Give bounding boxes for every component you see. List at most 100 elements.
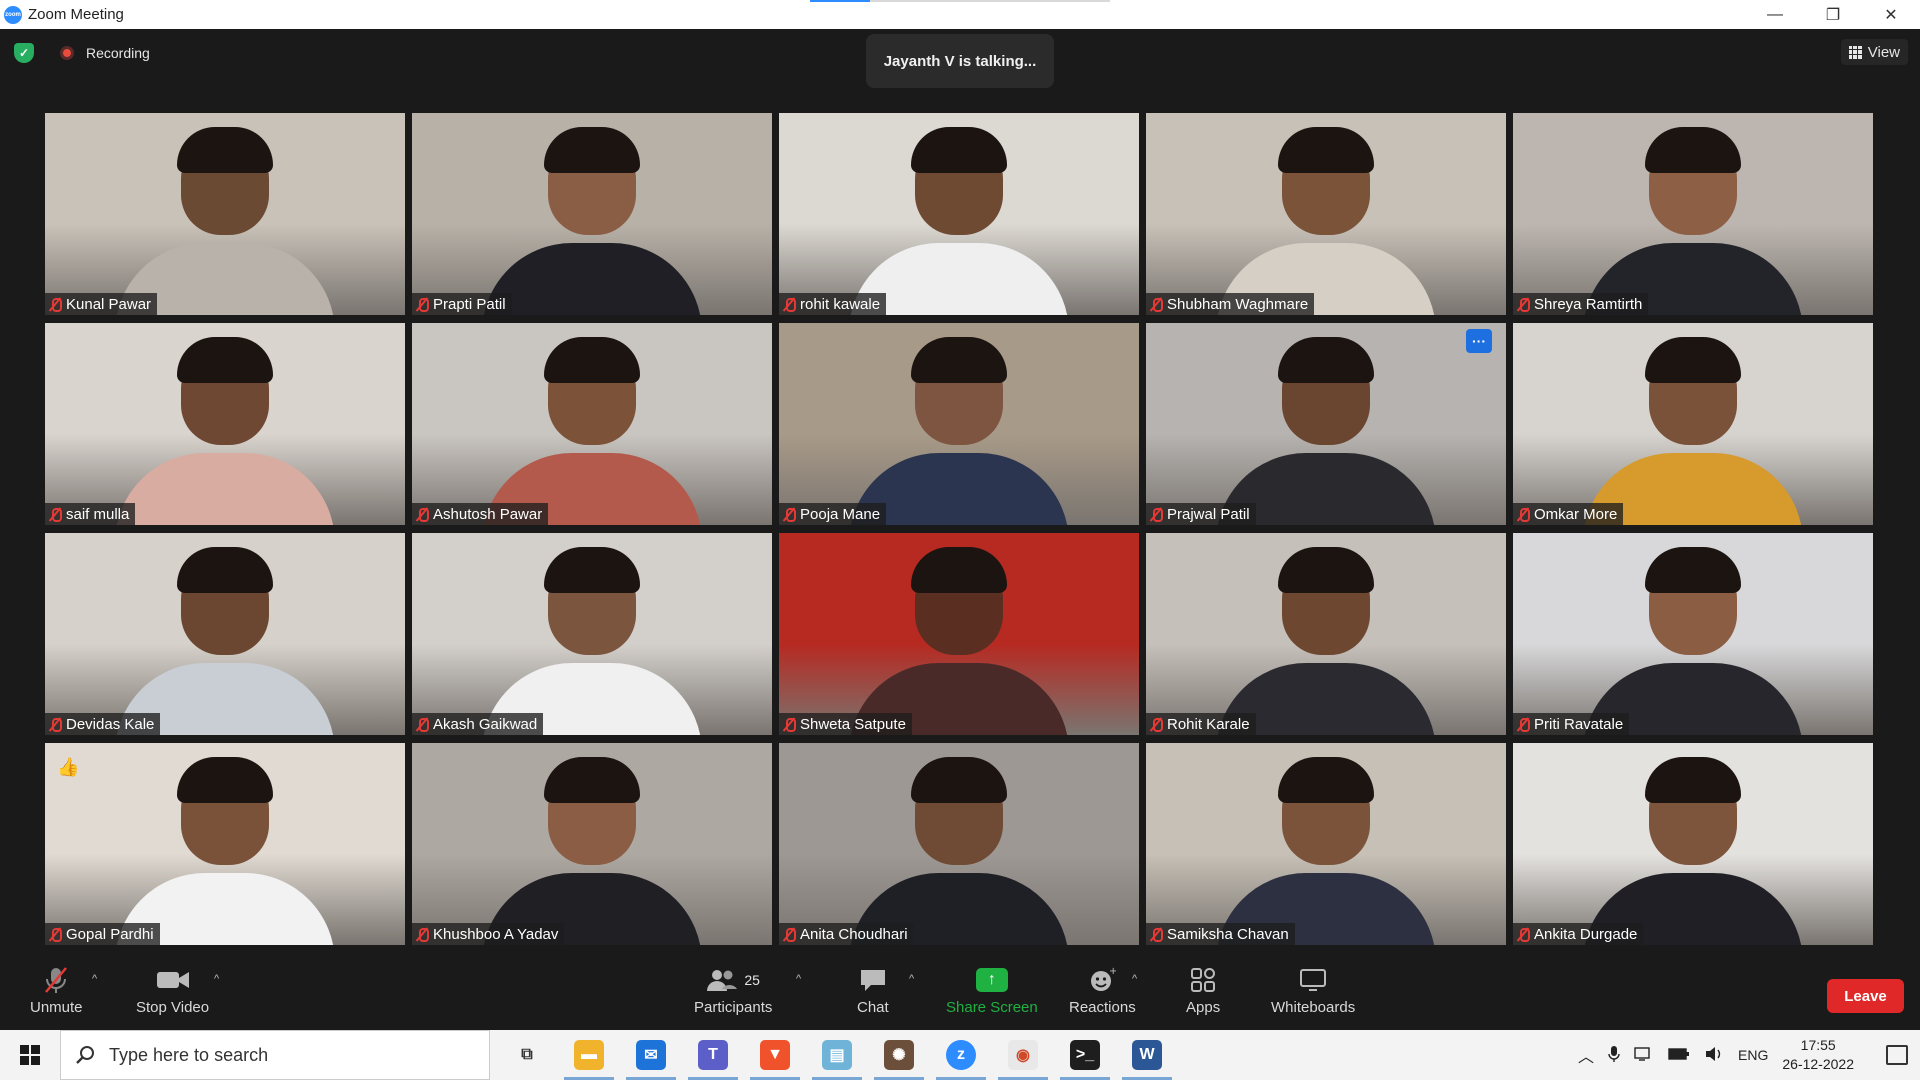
clock-date: 26-12-2022 xyxy=(1782,1056,1854,1072)
participant-name-bar: Ashutosh Pawar xyxy=(412,503,549,525)
windows-logo-icon xyxy=(20,1045,40,1065)
participant-video-tile[interactable]: Omkar More xyxy=(1513,323,1873,525)
apps-button[interactable]: Apps xyxy=(1186,963,1220,1016)
video-camera-icon xyxy=(156,963,190,997)
participant-name-bar: rohit kawale xyxy=(779,293,887,315)
participant-video-tile[interactable]: Devidas Kale xyxy=(45,533,405,735)
taskbar-app-paint[interactable]: ◉ xyxy=(992,1030,1054,1080)
participant-video-tile[interactable]: Khushboo A Yadav xyxy=(412,743,772,945)
participants-button[interactable]: 25 Participants xyxy=(694,963,772,1016)
participant-video-tile[interactable]: Prapti Patil xyxy=(412,113,772,315)
participant-video-tile[interactable]: Rohit Karale xyxy=(1146,533,1506,735)
view-button[interactable]: View xyxy=(1840,39,1908,65)
word-icon: W xyxy=(1132,1040,1162,1070)
participant-video-tile[interactable]: Kunal Pawar xyxy=(45,113,405,315)
participant-video-tile[interactable]: Anita Choudhari xyxy=(779,743,1139,945)
grid-icon xyxy=(1848,45,1862,59)
participant-video-tile[interactable]: Ashutosh Pawar xyxy=(412,323,772,525)
participant-video-tile[interactable]: Ankita Durgade xyxy=(1513,743,1873,945)
zoom-app-icon: zoom xyxy=(4,5,22,24)
participant-video-tile[interactable]: Shweta Satpute xyxy=(779,533,1139,735)
participant-name-bar: Samiksha Chavan xyxy=(1146,923,1295,945)
taskbar-app-word[interactable]: W xyxy=(1116,1030,1178,1080)
taskbar-app-file-explorer[interactable]: ▬ xyxy=(558,1030,620,1080)
start-button[interactable] xyxy=(0,1030,60,1080)
brave-icon: ▼ xyxy=(760,1040,790,1070)
minimize-button[interactable]: — xyxy=(1746,0,1804,29)
participant-video-tile[interactable]: Priti Ravatale xyxy=(1513,533,1873,735)
participant-video-tile[interactable]: Samiksha Chavan xyxy=(1146,743,1506,945)
meeting-area: ✓ Recording Jayanth V is talking... View… xyxy=(0,29,1920,1030)
taskbar-app-app[interactable]: ✺ xyxy=(868,1030,930,1080)
reactions-options-caret[interactable]: ^ xyxy=(1132,973,1137,985)
muted-mic-icon xyxy=(1517,927,1530,942)
participant-video-tile[interactable]: rohit kawale xyxy=(779,113,1139,315)
clock[interactable]: 17:55 26-12-2022 xyxy=(1782,1036,1854,1074)
restore-button[interactable]: ❐ xyxy=(1804,0,1862,29)
participant-video-tile[interactable]: Shreya Ramtirth xyxy=(1513,113,1873,315)
taskbar-app-task-view[interactable]: ⧉ xyxy=(496,1030,558,1080)
participant-name: Devidas Kale xyxy=(66,715,155,733)
participant-name: Rohit Karale xyxy=(1167,715,1250,733)
reactions-button[interactable]: + Reactions xyxy=(1069,963,1136,1016)
audio-options-caret[interactable]: ^ xyxy=(92,973,97,985)
drag-handle[interactable] xyxy=(810,0,1110,2)
participant-video-tile[interactable]: Gopal Pardhi 👍 xyxy=(45,743,405,945)
participant-video-tile[interactable]: Akash Gaikwad xyxy=(412,533,772,735)
participant-name: Ashutosh Pawar xyxy=(433,505,543,523)
volume-icon[interactable] xyxy=(1704,1046,1724,1065)
battery-icon[interactable] xyxy=(1668,1047,1690,1064)
participant-name-bar: Omkar More xyxy=(1513,503,1624,525)
recording-label[interactable]: Recording xyxy=(86,45,150,61)
muted-mic-icon xyxy=(416,507,429,522)
participant-video-tile[interactable]: saif mulla xyxy=(45,323,405,525)
participant-name: saif mulla xyxy=(66,505,130,523)
apps-icon xyxy=(1190,963,1216,997)
meeting-toolbar: Unmute ^ Stop Video ^ 25 Participants ^ … xyxy=(0,953,1920,1030)
participant-name-bar: Prajwal Patil xyxy=(1146,503,1256,525)
participants-count: 25 xyxy=(744,972,760,988)
participant-name: Khushboo A Yadav xyxy=(433,925,559,943)
participant-name-bar: Gopal Pardhi xyxy=(45,923,160,945)
language-indicator[interactable]: ENG xyxy=(1738,1047,1768,1063)
network-icon[interactable] xyxy=(1634,1046,1654,1065)
chat-options-caret[interactable]: ^ xyxy=(909,973,914,985)
participant-name-bar: Khushboo A Yadav xyxy=(412,923,565,945)
paint-icon: ◉ xyxy=(1008,1040,1038,1070)
taskbar-search-box[interactable]: Type here to search xyxy=(60,1030,490,1080)
taskbar-app-mail[interactable]: ✉ xyxy=(620,1030,682,1080)
participant-name-bar: Pooja Mane xyxy=(779,503,887,525)
leave-button[interactable]: Leave xyxy=(1827,979,1904,1013)
muted-mic-icon xyxy=(1517,297,1530,312)
video-options-caret[interactable]: ^ xyxy=(214,973,219,985)
more-options-button[interactable]: ··· xyxy=(1466,329,1492,353)
show-hidden-icons-chevron-icon[interactable]: ︿ xyxy=(1578,1043,1594,1067)
unmute-button[interactable]: Unmute xyxy=(30,963,83,1016)
participant-video-tile[interactable]: Pooja Mane xyxy=(779,323,1139,525)
taskbar-app-terminal[interactable]: >_ xyxy=(1054,1030,1116,1080)
participant-name-bar: Shweta Satpute xyxy=(779,713,912,735)
participant-video-tile[interactable]: Shubham Waghmare xyxy=(1146,113,1506,315)
share-screen-button[interactable]: ↑ Share Screen xyxy=(946,963,1038,1016)
zoom-icon: z xyxy=(946,1040,976,1070)
apps-label: Apps xyxy=(1186,999,1221,1016)
microphone-icon[interactable] xyxy=(1608,1045,1620,1066)
chat-button[interactable]: Chat xyxy=(857,963,889,1016)
whiteboards-button[interactable]: Whiteboards xyxy=(1271,963,1355,1016)
participant-name-bar: Ankita Durgade xyxy=(1513,923,1644,945)
participant-video-tile[interactable]: Prajwal Patil ··· xyxy=(1146,323,1506,525)
close-button[interactable]: ✕ xyxy=(1862,0,1920,29)
encryption-shield-icon[interactable]: ✓ xyxy=(14,43,34,63)
taskbar-app-brave[interactable]: ▼ xyxy=(744,1030,806,1080)
mail-icon: ✉ xyxy=(636,1040,666,1070)
taskbar-app-zoom[interactable]: z xyxy=(930,1030,992,1080)
muted-mic-icon xyxy=(783,927,796,942)
taskbar-app-teams[interactable]: T xyxy=(682,1030,744,1080)
notification-center-icon[interactable] xyxy=(1886,1045,1908,1065)
participants-options-caret[interactable]: ^ xyxy=(796,973,801,985)
stop-video-button[interactable]: Stop Video xyxy=(136,963,209,1016)
taskbar-app-notepad[interactable]: ▤ xyxy=(806,1030,868,1080)
search-placeholder: Type here to search xyxy=(109,1044,269,1065)
drag-handle-active xyxy=(810,0,870,2)
participants-label: Participants xyxy=(694,999,773,1016)
